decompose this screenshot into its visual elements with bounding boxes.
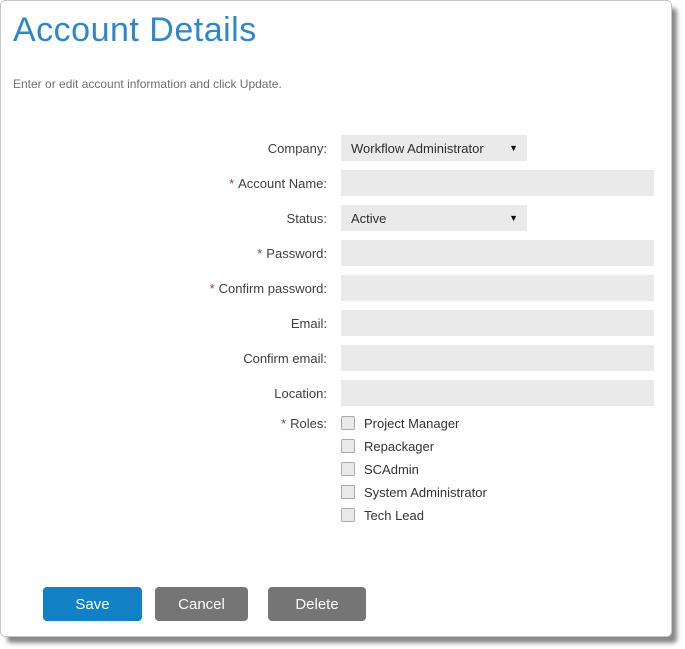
location-label: Location: [1,386,341,401]
account-details-panel: Account Details Enter or edit account in… [0,0,672,637]
roles-label: *Roles: [1,415,341,431]
role-label: Repackager [364,439,434,454]
form-actions: Save Cancel Delete [43,587,671,621]
required-asterisk: * [210,281,215,296]
password-label: *Password: [1,246,341,261]
page-title: Account Details [13,11,671,50]
role-label: SCAdmin [364,462,419,477]
page-subtitle: Enter or edit account information and cl… [13,77,671,91]
form-row-confirm-email: Confirm email: [1,345,671,371]
form-row-roles: *Roles: Project Manager Repackager SCAdm… [1,415,671,530]
role-label: System Administrator [364,485,487,500]
company-label: Company: [1,141,341,156]
chevron-down-icon: ▼ [509,144,518,153]
form-row-account-name: *Account Name: [1,170,671,196]
confirm-email-input[interactable] [341,345,654,371]
confirm-password-input[interactable] [341,275,654,301]
role-option-project-manager[interactable]: Project Manager [341,415,487,431]
required-asterisk: * [257,246,262,261]
checkbox-icon[interactable] [341,485,355,499]
form-row-status: Status: Active ▼ [1,205,671,231]
cancel-button[interactable]: Cancel [155,587,248,621]
form-row-password: *Password: [1,240,671,266]
confirm-email-label: Confirm email: [1,351,341,366]
form-row-confirm-password: *Confirm password: [1,275,671,301]
save-button[interactable]: Save [43,587,142,621]
company-select-value: Workflow Administrator [351,141,484,156]
role-option-system-administrator[interactable]: System Administrator [341,484,487,500]
form-row-location: Location: [1,380,671,406]
email-label: Email: [1,316,341,331]
chevron-down-icon: ▼ [509,214,518,223]
checkbox-icon[interactable] [341,508,355,522]
company-select[interactable]: Workflow Administrator ▼ [341,135,527,161]
roles-checkbox-group: Project Manager Repackager SCAdmin Syste… [341,415,487,530]
confirm-password-label: *Confirm password: [1,281,341,296]
form-row-company: Company: Workflow Administrator ▼ [1,135,671,161]
required-asterisk: * [229,176,234,191]
role-option-repackager[interactable]: Repackager [341,438,487,454]
checkbox-icon[interactable] [341,439,355,453]
checkbox-icon[interactable] [341,462,355,476]
location-input[interactable] [341,380,654,406]
account-name-label: *Account Name: [1,176,341,191]
role-label: Project Manager [364,416,459,431]
status-select-value: Active [351,211,386,226]
status-label: Status: [1,211,341,226]
account-form: Company: Workflow Administrator ▼ *Accou… [1,135,671,530]
role-option-tech-lead[interactable]: Tech Lead [341,507,487,523]
email-input[interactable] [341,310,654,336]
password-input[interactable] [341,240,654,266]
required-asterisk: * [281,416,286,431]
delete-button[interactable]: Delete [268,587,366,621]
role-option-scadmin[interactable]: SCAdmin [341,461,487,477]
role-label: Tech Lead [364,508,424,523]
account-name-input[interactable] [341,170,654,196]
checkbox-icon[interactable] [341,416,355,430]
form-row-email: Email: [1,310,671,336]
status-select[interactable]: Active ▼ [341,205,527,231]
